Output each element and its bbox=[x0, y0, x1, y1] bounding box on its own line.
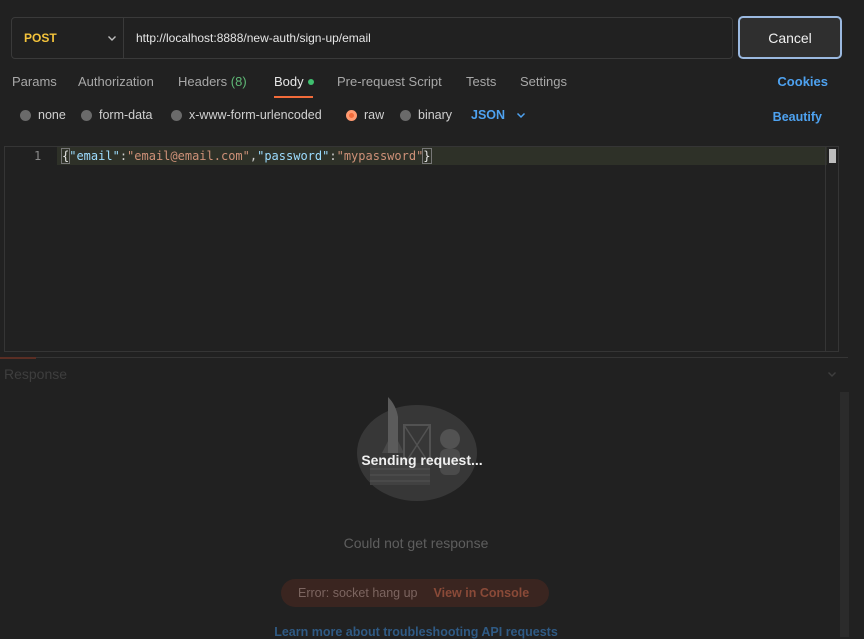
body-modified-dot-icon bbox=[307, 78, 314, 85]
code-line: {"email":"email@email.com","password":"m… bbox=[60, 148, 432, 164]
radio-none-label: none bbox=[38, 108, 66, 122]
code-colon: : bbox=[119, 149, 128, 163]
view-in-console-link[interactable]: View in Console bbox=[434, 586, 530, 600]
request-url-bar: POST http://localhost:8888/new-auth/sign… bbox=[11, 17, 733, 59]
tab-body[interactable]: Body bbox=[274, 74, 314, 89]
body-editor[interactable]: 1 {"email":"email@email.com","password":… bbox=[4, 146, 839, 352]
cookies-link[interactable]: Cookies bbox=[777, 74, 828, 89]
radio-none-circle bbox=[20, 109, 31, 121]
body-type-radios: none form-data x-www-form-urlencoded raw… bbox=[0, 108, 864, 128]
cancel-button[interactable]: Cancel bbox=[738, 16, 842, 59]
tab-tests[interactable]: Tests bbox=[466, 74, 496, 89]
request-tabs: Params Authorization Headers (8) Body Pr… bbox=[0, 70, 864, 98]
radio-raw-circle bbox=[346, 109, 357, 121]
radio-binary-label: binary bbox=[418, 108, 453, 122]
radio-binary[interactable]: binary bbox=[400, 108, 452, 122]
url-divider bbox=[123, 18, 124, 58]
tab-headers[interactable]: Headers (8) bbox=[178, 74, 247, 89]
radio-form-data-label: form-data bbox=[99, 108, 153, 122]
code-key: "password" bbox=[257, 149, 330, 163]
radio-raw[interactable]: raw bbox=[346, 108, 384, 122]
response-divider[interactable] bbox=[0, 357, 848, 358]
chevron-down-icon bbox=[517, 112, 526, 119]
error-text: Error: socket hang up bbox=[298, 586, 418, 600]
method-label: POST bbox=[24, 31, 57, 45]
headers-count: (8) bbox=[230, 74, 247, 89]
editor-scrollbar[interactable] bbox=[825, 147, 838, 351]
tab-prerequest-script[interactable]: Pre-request Script bbox=[337, 74, 442, 89]
tab-settings[interactable]: Settings bbox=[520, 74, 567, 89]
response-message: Could not get response bbox=[343, 535, 489, 551]
format-select[interactable]: JSON bbox=[471, 108, 527, 122]
editor-scroll-thumb[interactable] bbox=[829, 149, 836, 163]
format-label: JSON bbox=[471, 108, 506, 122]
radio-binary-circle bbox=[400, 109, 411, 121]
sending-status: Sending request... bbox=[361, 452, 483, 468]
method-select[interactable]: POST bbox=[12, 18, 124, 58]
radio-urlencoded[interactable]: x-www-form-urlencoded bbox=[171, 108, 322, 122]
radio-urlencoded-circle bbox=[171, 109, 182, 121]
radio-urlencoded-label: x-www-form-urlencoded bbox=[189, 108, 322, 122]
error-banner: Error: socket hang up View in Console bbox=[281, 579, 549, 607]
radio-form-data[interactable]: form-data bbox=[81, 108, 153, 122]
tab-params[interactable]: Params bbox=[12, 74, 57, 89]
radio-raw-label: raw bbox=[364, 108, 385, 122]
tab-body-label: Body bbox=[274, 74, 304, 89]
rocket-launch-illustration-icon bbox=[357, 397, 477, 501]
active-tab-indicator bbox=[274, 96, 313, 98]
line-number: 1 bbox=[34, 149, 42, 163]
url-input[interactable]: http://localhost:8888/new-auth/sign-up/e… bbox=[136, 18, 716, 58]
radio-form-data-circle bbox=[81, 109, 92, 121]
code-string: "email@email.com" bbox=[127, 149, 250, 163]
response-scrollbar[interactable] bbox=[840, 392, 849, 637]
chevron-down-icon bbox=[108, 36, 116, 41]
tab-headers-label: Headers bbox=[178, 74, 228, 89]
chevron-down-icon[interactable] bbox=[826, 368, 838, 380]
beautify-button[interactable]: Beautify bbox=[773, 110, 822, 124]
radio-none[interactable]: none bbox=[20, 108, 66, 122]
response-label: Response bbox=[4, 366, 68, 382]
code-key: "email" bbox=[69, 149, 120, 163]
response-progress-bar bbox=[0, 357, 36, 359]
code-close-brace: } bbox=[422, 148, 432, 164]
code-colon: : bbox=[329, 149, 337, 163]
code-string: "mypassword" bbox=[336, 149, 424, 163]
tab-authorization[interactable]: Authorization bbox=[78, 74, 154, 89]
